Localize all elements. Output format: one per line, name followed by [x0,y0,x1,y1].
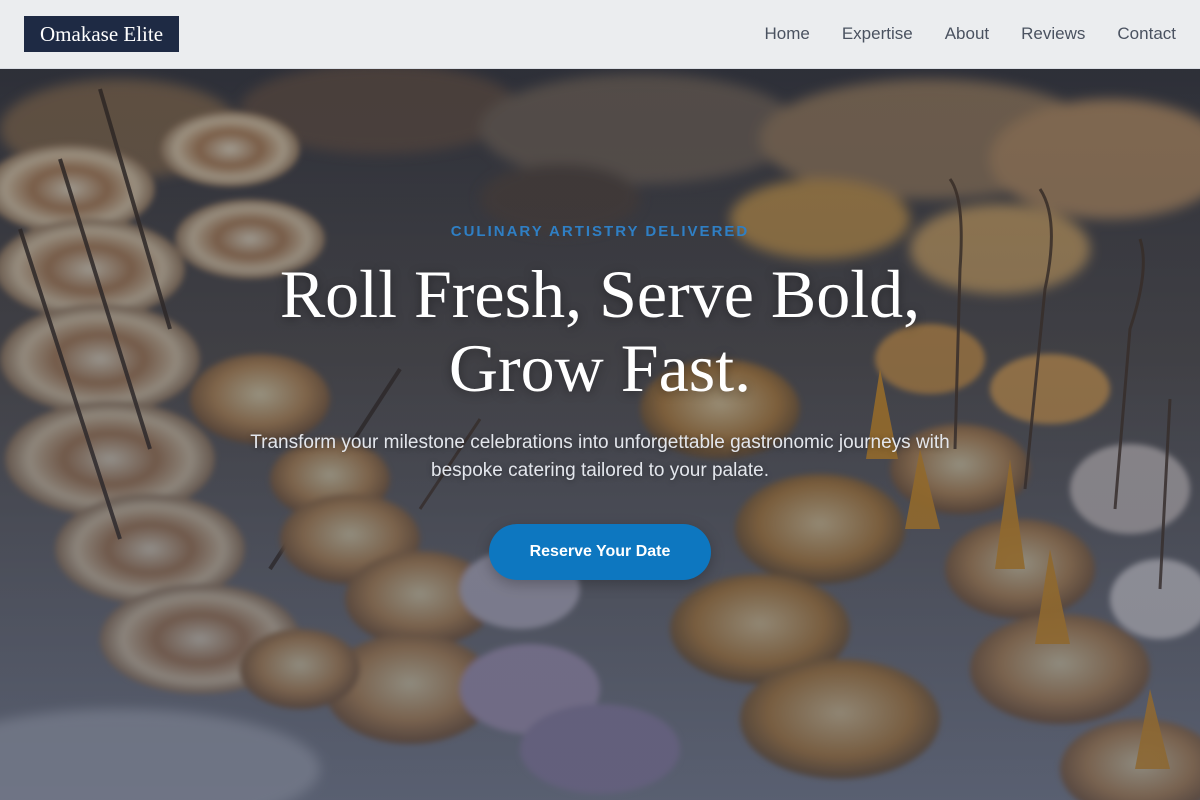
hero-content: CULINARY ARTISTRY DELIVERED Roll Fresh, … [0,69,1200,800]
site-header: Omakase Elite Home Expertise About Revie… [0,0,1200,69]
reserve-date-button[interactable]: Reserve Your Date [489,524,711,580]
hero-headline-line-2: Grow Fast. [448,330,752,406]
site-logo[interactable]: Omakase Elite [24,16,180,52]
hero-eyebrow: CULINARY ARTISTRY DELIVERED [450,223,750,240]
nav-link-expertise[interactable]: Expertise [842,24,913,44]
nav-link-home[interactable]: Home [764,24,809,44]
nav-link-about[interactable]: About [945,24,989,44]
nav-link-reviews[interactable]: Reviews [1021,24,1085,44]
hero-headline-line-1: Roll Fresh, Serve Bold, [279,256,921,332]
main-nav: Home Expertise About Reviews Contact [764,0,1176,68]
hero-subheading: Transform your milestone celebrations in… [250,432,950,481]
hero-section: CULINARY ARTISTRY DELIVERED Roll Fresh, … [0,69,1200,800]
hero-headline: Roll Fresh, Serve Bold, Grow Fast. [150,257,1050,405]
nav-link-contact[interactable]: Contact [1117,24,1176,44]
